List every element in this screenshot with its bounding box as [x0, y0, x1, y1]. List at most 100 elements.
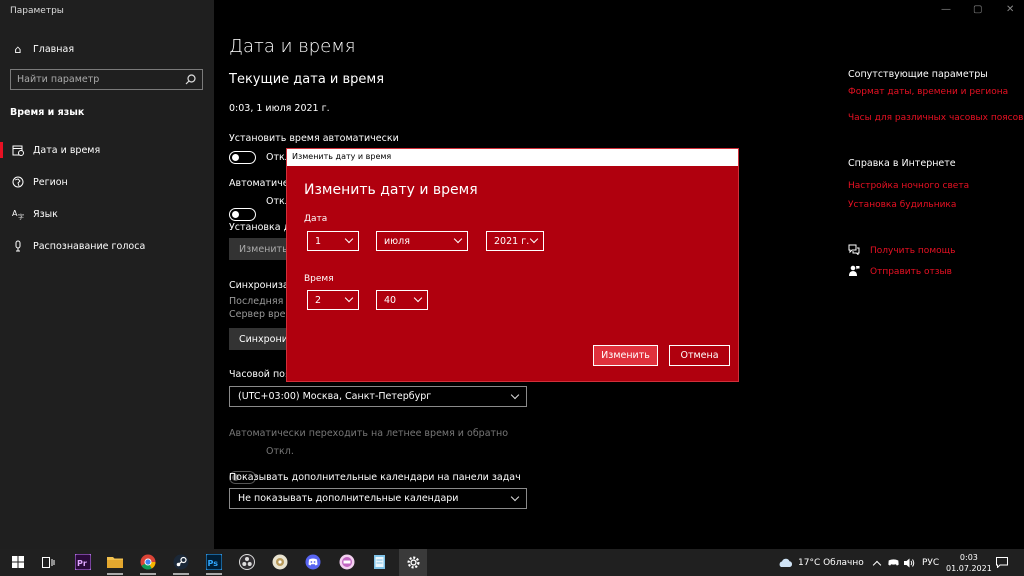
current-datetime: 0:03, 1 июля 2021 г.	[229, 103, 330, 114]
weather-text: 17°C Облачно	[798, 557, 864, 568]
folder-icon	[107, 557, 123, 568]
feedback-link[interactable]: Отправить отзыв	[848, 265, 952, 279]
sidebar-item-language[interactable]: A字 Язык	[0, 200, 214, 228]
month-select[interactable]: июля	[376, 231, 468, 251]
taskbar-photoshop[interactable]: Ps	[203, 552, 225, 575]
windows-icon	[12, 556, 24, 568]
auto-time-toggle[interactable]	[229, 151, 256, 164]
apply-button[interactable]: Изменить	[593, 345, 658, 366]
tray-discord[interactable]	[888, 549, 899, 576]
clock-date: 01.07.2021	[946, 563, 992, 573]
search-box[interactable]	[10, 69, 203, 90]
day-select[interactable]: 1	[307, 231, 359, 251]
search-input[interactable]	[17, 74, 185, 85]
link-date-format[interactable]: Формат даты, времени и региона	[848, 87, 1008, 97]
dst-state: Откл.	[266, 446, 294, 457]
get-help-link[interactable]: Получить помощь	[848, 244, 955, 258]
dialog-title-bar: Изменить дату и время	[287, 149, 738, 166]
premiere-icon: Pr	[75, 554, 91, 570]
cloud-icon	[779, 558, 793, 567]
tray-volume[interactable]	[904, 549, 915, 576]
auto-zone-toggle[interactable]	[229, 208, 256, 221]
discord-icon	[305, 554, 321, 570]
year-value: 2021 г.	[494, 235, 530, 247]
volume-icon	[904, 558, 915, 567]
svg-text:Pr: Pr	[77, 559, 87, 568]
feedback-label: Отправить отзыв	[870, 267, 952, 277]
app-badge-icon	[339, 554, 355, 570]
taskbar-settings[interactable]	[399, 549, 427, 576]
minute-select[interactable]: 40	[376, 290, 428, 310]
taskbar-app-circle[interactable]	[269, 552, 291, 572]
chevron-down-icon	[344, 234, 354, 244]
taskbar-notepad[interactable]	[369, 552, 391, 572]
related-heading: Сопутствующие параметры	[848, 69, 988, 80]
notifications-button[interactable]	[996, 549, 1008, 576]
sidebar-item-speech[interactable]: Распознавание голоса	[0, 232, 214, 260]
clock-time: 0:03	[959, 552, 978, 562]
chrome-icon	[140, 554, 156, 570]
notepad-icon	[374, 555, 385, 569]
minimize-button[interactable]: —	[941, 4, 951, 15]
taskbar-premiere[interactable]: Pr	[72, 552, 94, 572]
date-label: Дата	[304, 214, 328, 224]
start-button[interactable]	[7, 552, 29, 572]
hour-select[interactable]: 2	[307, 290, 359, 310]
language-icon: A字	[11, 207, 25, 221]
sidebar: Параметры ⌂ Главная Время и язык Дата и …	[0, 0, 214, 549]
globe-icon	[11, 175, 25, 189]
app-circle-icon	[272, 554, 288, 570]
notification-icon	[996, 557, 1008, 568]
page-title: Дата и время	[229, 36, 356, 57]
change-button[interactable]: Изменить	[229, 238, 289, 260]
svg-text:Ps: Ps	[208, 559, 219, 568]
task-view-button[interactable]	[37, 552, 59, 572]
weather-widget[interactable]: 17°C Облачно	[777, 549, 864, 576]
taskbar-obs[interactable]	[236, 552, 258, 572]
link-alarm[interactable]: Установка будильника	[848, 200, 956, 210]
sidebar-item-label: Дата и время	[33, 144, 101, 156]
home-icon: ⌂	[14, 42, 22, 56]
help-heading: Справка в Интернете	[848, 158, 956, 169]
sidebar-item-date-time[interactable]: Дата и время	[0, 136, 214, 164]
cancel-button[interactable]: Отмена	[669, 345, 730, 366]
sync-button[interactable]: Синхрониз	[229, 328, 293, 350]
sidebar-item-label: Регион	[33, 176, 68, 188]
chevron-down-icon	[453, 234, 463, 244]
svg-text:字: 字	[18, 213, 24, 220]
tray-overflow-button[interactable]	[872, 549, 882, 576]
calendars-select[interactable]: Не показывать дополнительные календари	[229, 488, 527, 509]
close-button[interactable]: ✕	[1006, 4, 1014, 15]
calendars-label: Показывать дополнительные календари на п…	[229, 472, 521, 483]
taskbar-discord[interactable]	[302, 552, 324, 572]
get-help-label: Получить помощь	[870, 246, 956, 256]
language-indicator[interactable]: РУС	[922, 549, 939, 576]
calendar-clock-icon	[11, 143, 25, 157]
minute-value: 40	[384, 294, 397, 306]
time-label: Время	[304, 274, 334, 284]
chevron-down-icon	[344, 293, 354, 303]
year-select[interactable]: 2021 г.	[486, 231, 544, 251]
clock[interactable]: 0:03 01.07.2021	[946, 549, 992, 576]
microphone-icon	[11, 239, 25, 253]
link-world-clocks[interactable]: Часы для различных часовых поясов	[848, 113, 1023, 123]
timezone-select[interactable]: (UTC+03:00) Москва, Санкт-Петербург	[229, 386, 527, 407]
maximize-button[interactable]: ▢	[973, 4, 982, 15]
chevron-up-icon	[872, 560, 882, 569]
sync-server: Сервер врем	[229, 309, 293, 320]
taskbar-explorer[interactable]	[104, 552, 126, 575]
obs-icon	[239, 554, 255, 570]
taskbar-app-badge[interactable]	[336, 552, 358, 572]
search-icon	[185, 74, 196, 85]
taskbar-chrome[interactable]	[137, 552, 159, 575]
taskbar-steam[interactable]	[170, 552, 192, 575]
sidebar-item-home[interactable]: ⌂ Главная	[0, 35, 214, 63]
day-value: 1	[315, 235, 322, 247]
sidebar-item-region[interactable]: Регион	[0, 168, 214, 196]
dst-label: Автоматически переходить на летнее время…	[229, 428, 509, 439]
sidebar-item-label: Распознавание голоса	[33, 240, 146, 252]
dialog-heading: Изменить дату и время	[304, 182, 478, 198]
link-night-light[interactable]: Настройка ночного света	[848, 181, 969, 191]
taskbar: Pr Ps 17°C Облачно РУС 0:03 01.07.2021	[0, 549, 1024, 576]
discord-tray-icon	[888, 559, 899, 566]
